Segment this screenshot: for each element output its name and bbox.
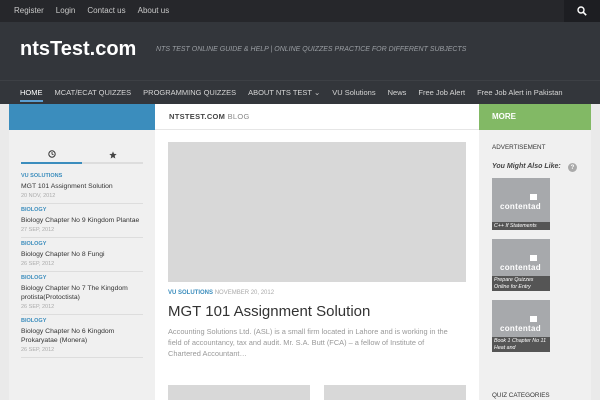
help-icon[interactable]: ? xyxy=(568,163,577,172)
blog-heading: NTSTEST.COM BLOG xyxy=(155,104,479,130)
top-bar: Register Login Contact us About us xyxy=(0,0,600,22)
about-us-link[interactable]: About us xyxy=(132,0,176,22)
tab-popular[interactable] xyxy=(82,146,143,164)
post-category[interactable]: BIOLOGY xyxy=(21,275,143,281)
post-thumbnail[interactable] xyxy=(168,385,310,400)
recent-posts-list: VU SOLUTIONS MGT 101 Assignment Solution… xyxy=(21,170,143,358)
post-excerpt: Accounting Solutions Ltd. (ASL) is a sma… xyxy=(168,327,448,358)
related-item[interactable]: contentad C++ If Statements xyxy=(492,178,550,230)
left-sidebar: VU SOLUTIONS MGT 101 Assignment Solution… xyxy=(9,130,155,400)
nav-free-job-alert-pakistan[interactable]: Free Job Alert in Pakistan xyxy=(477,81,562,105)
nav-free-job-alert[interactable]: Free Job Alert xyxy=(418,81,465,105)
list-item: BIOLOGY Biology Chapter No 6 Kingdom Pro… xyxy=(21,315,143,358)
post-category[interactable]: BIOLOGY xyxy=(21,318,143,324)
post-category[interactable]: VU SOLUTIONS xyxy=(21,173,143,179)
list-item: BIOLOGY Biology Chapter No 9 Kingdom Pla… xyxy=(21,204,143,238)
star-icon xyxy=(108,151,117,159)
related-item[interactable]: contentad Prepare Quizzes Online for Ent… xyxy=(492,239,550,291)
search-button[interactable] xyxy=(564,0,600,22)
register-link[interactable]: Register xyxy=(8,0,50,22)
list-item: BIOLOGY Biology Chapter No 7 The Kingdom… xyxy=(21,272,143,315)
right-sidebar: ADVERTISEMENT You Might Also Like: ? con… xyxy=(479,130,591,400)
list-item: BIOLOGY Biology Chapter No 8 Fungi 26 SE… xyxy=(21,238,143,272)
main-content: VU SOLUTIONS NOVEMBER 20, 2012 MGT 101 A… xyxy=(155,130,479,400)
post-title-link[interactable]: Biology Chapter No 6 Kingdom Prokaryatae… xyxy=(21,327,143,345)
contentad-logo: contentad xyxy=(500,194,541,211)
list-item: VU SOLUTIONS MGT 101 Assignment Solution… xyxy=(21,170,143,204)
quiz-categories-heading: QUIZ CATEGORIES xyxy=(492,392,550,399)
related-caption: C++ If Statements xyxy=(492,221,550,230)
related-caption: Book 1 Chapter No 11 Heat and xyxy=(492,337,550,352)
post-date: 26 SEP, 2012 xyxy=(21,304,55,310)
you-might-also-like-heading: You Might Also Like: xyxy=(492,163,561,170)
site-header: ntsTest.com NTS TEST ONLINE GUIDE & HELP… xyxy=(0,22,600,80)
post-date: NOVEMBER 20, 2012 xyxy=(214,290,275,296)
advertisement-heading: ADVERTISEMENT xyxy=(492,144,546,151)
tab-recent[interactable] xyxy=(21,146,82,164)
login-link[interactable]: Login xyxy=(50,0,82,22)
post-date: 27 SEP, 2012 xyxy=(21,227,55,233)
site-title[interactable]: ntsTest.com xyxy=(20,38,136,61)
chevron-down-icon: ⌄ xyxy=(313,88,321,97)
post-category[interactable]: BIOLOGY xyxy=(21,207,143,213)
more-label[interactable]: MORE xyxy=(492,112,516,121)
nav-mcat-ecat-quizzes[interactable]: MCAT/ECAT QUIZZES xyxy=(55,81,132,105)
contentad-logo: contentad xyxy=(500,255,541,272)
site-tagline: NTS TEST ONLINE GUIDE & HELP | ONLINE QU… xyxy=(156,46,467,53)
nav-programming-quizzes[interactable]: PROGRAMMING QUIZZES xyxy=(143,81,236,105)
nav-vu-solutions[interactable]: VU Solutions xyxy=(332,81,375,105)
contentad-logo: contentad xyxy=(500,316,541,333)
post-category[interactable]: VU SOLUTIONS xyxy=(168,290,213,296)
post-date: 20 NOV, 2012 xyxy=(21,193,56,199)
post-title-link[interactable]: MGT 101 Assignment Solution xyxy=(21,182,143,191)
contact-us-link[interactable]: Contact us xyxy=(81,0,131,22)
top-nav: Register Login Contact us About us xyxy=(8,0,175,22)
blog-label: BLOG xyxy=(227,112,250,121)
post-title-link[interactable]: Biology Chapter No 8 Fungi xyxy=(21,250,143,259)
post-date: 26 SEP, 2012 xyxy=(21,347,55,353)
related-caption: Prepare Quizzes Online for Entry xyxy=(492,276,550,291)
featured-image[interactable] xyxy=(168,142,466,282)
nav-about-nts-test[interactable]: ABOUT NTS TEST ⌄ xyxy=(248,81,320,105)
clock-icon xyxy=(47,150,56,158)
post-title-link[interactable]: Biology Chapter No 9 Kingdom Plantae xyxy=(21,216,143,225)
nav-home[interactable]: HOME xyxy=(20,81,43,105)
post-title[interactable]: MGT 101 Assignment Solution xyxy=(168,303,370,320)
sidebar-tabs xyxy=(21,146,143,164)
post-meta: VU SOLUTIONS NOVEMBER 20, 2012 xyxy=(168,290,274,296)
post-thumbnail[interactable] xyxy=(324,385,466,400)
related-item[interactable]: contentad Book 1 Chapter No 11 Heat and xyxy=(492,300,550,352)
post-title-link[interactable]: Biology Chapter No 7 The Kingdom protist… xyxy=(21,284,143,302)
main-nav: HOME MCAT/ECAT QUIZZES PROGRAMMING QUIZZ… xyxy=(0,80,600,104)
blog-site-name: NTSTEST.COM xyxy=(169,112,226,121)
post-date: 26 SEP, 2012 xyxy=(21,261,55,267)
left-sidebar-header xyxy=(9,104,155,130)
post-category[interactable]: BIOLOGY xyxy=(21,241,143,247)
nav-news[interactable]: News xyxy=(388,81,407,105)
search-icon xyxy=(577,6,587,16)
